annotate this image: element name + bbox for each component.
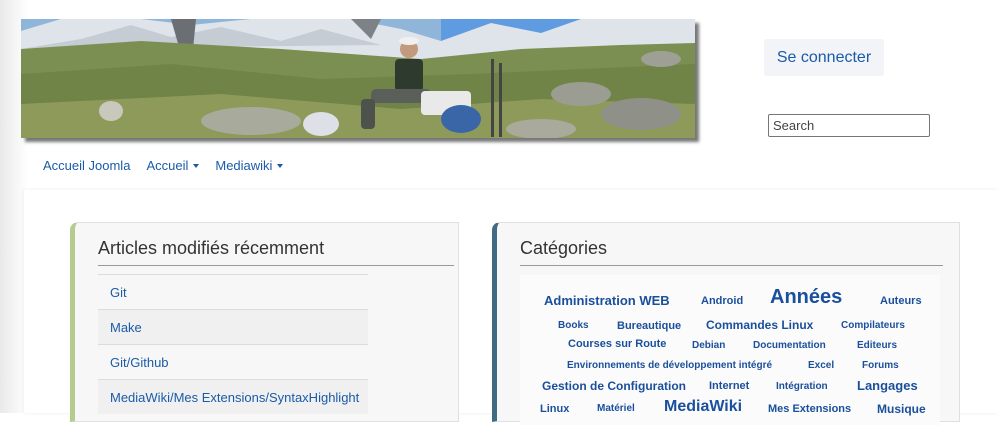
tag-commandes-linux[interactable]: Commandes Linux <box>706 318 813 332</box>
nav-item-accueil[interactable]: Accueil <box>146 155 200 175</box>
login-button[interactable]: Se connecter <box>764 39 884 76</box>
header-banner-image <box>21 19 695 138</box>
nav-item-label: Accueil <box>146 157 189 173</box>
caret-down-icon <box>277 163 284 168</box>
categories-panel: Catégories Administration WEB Android An… <box>492 222 960 425</box>
tag-editeurs[interactable]: Editeurs <box>857 340 897 351</box>
nav-item-accueil-joomla[interactable]: Accueil Joomla <box>43 155 130 175</box>
tag-linux[interactable]: Linux <box>540 403 569 415</box>
recent-articles-panel: Articles modifiés récemment Git Make Git… <box>70 222 459 422</box>
panel-title: Articles modifiés récemment <box>98 238 325 258</box>
tag-musique[interactable]: Musique <box>877 402 926 416</box>
caret-down-icon <box>193 163 200 168</box>
tag-internet[interactable]: Internet <box>709 380 749 392</box>
article-link[interactable]: Make <box>98 309 368 344</box>
tag-courses-sur-route[interactable]: Courses sur Route <box>568 338 666 350</box>
tag-auteurs[interactable]: Auteurs <box>880 295 922 307</box>
category-tag-cloud: Administration WEB Android Années Auteur… <box>520 275 940 425</box>
divider <box>98 265 454 266</box>
tag-mediawiki[interactable]: MediaWiki <box>664 398 742 416</box>
main-navigation: Accueil Joomla Accueil Mediawiki <box>43 155 284 175</box>
tag-compilateurs[interactable]: Compilateurs <box>841 320 905 331</box>
tag-langages[interactable]: Langages <box>857 378 918 393</box>
tag-gestion-configuration[interactable]: Gestion de Configuration <box>542 379 686 393</box>
tag-excel[interactable]: Excel <box>808 360 834 371</box>
tag-mes-extensions[interactable]: Mes Extensions <box>768 403 851 415</box>
search-input[interactable] <box>768 114 930 137</box>
article-link[interactable]: Git/Github <box>98 344 368 379</box>
nav-item-mediawiki[interactable]: Mediawiki <box>215 155 284 175</box>
tag-environnements[interactable]: Environnements de développement intégré <box>567 360 772 371</box>
tag-integration[interactable]: Intégration <box>776 381 828 392</box>
panel-title: Catégories <box>520 238 608 258</box>
tag-forums[interactable]: Forums <box>862 360 899 371</box>
nav-item-label: Accueil Joomla <box>43 157 131 173</box>
tag-android[interactable]: Android <box>701 295 743 307</box>
tag-annees[interactable]: Années <box>770 286 842 309</box>
article-list: Git Make Git/Github MediaWiki/Mes Extens… <box>98 274 368 414</box>
tag-books[interactable]: Books <box>558 320 589 331</box>
article-link[interactable]: Git <box>98 274 368 309</box>
tag-bureautique[interactable]: Bureautique <box>617 320 681 332</box>
tag-debian[interactable]: Debian <box>692 340 725 351</box>
tag-documentation[interactable]: Documentation <box>753 340 826 351</box>
tag-administration-web[interactable]: Administration WEB <box>544 293 670 308</box>
article-link[interactable]: MediaWiki/Mes Extensions/SyntaxHighlight <box>98 379 368 414</box>
nav-item-label: Mediawiki <box>215 157 273 173</box>
tag-materiel[interactable]: Matériel <box>597 403 635 414</box>
divider <box>520 265 943 266</box>
